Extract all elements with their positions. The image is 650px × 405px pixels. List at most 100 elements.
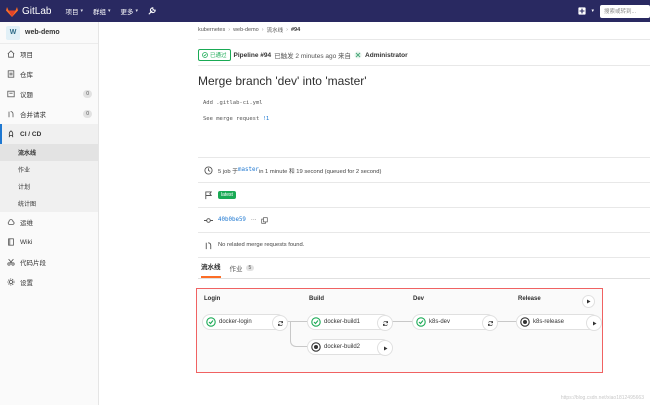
commit-icon <box>204 217 213 223</box>
job-name: k8s-release <box>533 319 565 325</box>
sidebar-subitem-charts[interactable]: 统计图 <box>0 195 98 212</box>
user-avatar-icon[interactable] <box>354 51 362 59</box>
home-icon <box>7 50 15 58</box>
retry-button[interactable] <box>272 315 288 331</box>
sidebar-subitem-jobs[interactable]: 作业 <box>0 161 98 178</box>
project-name: web-demo <box>25 29 60 36</box>
pipeline-info-list: 5 job 于 master in 1 minute 和 19 second (q… <box>198 157 650 258</box>
sidebar-subitem-pipelines[interactable]: 流水线 <box>0 144 98 161</box>
sidebar-item-operations[interactable]: 运维 <box>0 212 98 232</box>
play-button[interactable] <box>377 340 393 356</box>
new-plus-icon[interactable] <box>573 0 591 22</box>
project-avatar: W <box>6 25 20 40</box>
tab-label: 作业 <box>229 266 243 273</box>
stage-connector <box>290 321 308 347</box>
sidebar-subitem-schedules[interactable]: 计划 <box>0 178 98 195</box>
stage-connector <box>496 321 518 322</box>
copy-icon[interactable] <box>261 216 268 224</box>
sidebar-project-header[interactable]: W web-demo <box>0 22 98 44</box>
job-k8s-release[interactable]: k8s-release <box>516 314 602 331</box>
status-success-icon <box>202 52 208 58</box>
admin-wrench-icon[interactable] <box>148 7 156 15</box>
retry-icon <box>277 320 283 326</box>
brand-name: GitLab <box>22 5 52 17</box>
commit-title: Merge branch 'dev' into 'master' <box>198 74 367 88</box>
doc-icon <box>7 70 15 78</box>
branch-link[interactable]: master <box>238 167 259 173</box>
stage-title-build: Build <box>309 296 324 302</box>
info-row-commit: 40b0be59 ··· <box>198 208 650 233</box>
nav-groups-label: 群组 <box>92 9 106 16</box>
pipeline-triggered-text: 已触发 2 minutes ago 来自 <box>274 53 352 60</box>
breadcrumb-current[interactable]: #94 <box>291 27 300 33</box>
rocket-icon <box>8 130 14 138</box>
gitlab-logo-icon <box>6 6 18 17</box>
commit-sha-link[interactable]: 40b0be59 <box>218 217 246 223</box>
job-k8s-dev[interactable]: k8s-dev <box>412 314 498 331</box>
job-docker-build2[interactable]: docker-build2 <box>307 339 393 356</box>
cloud-icon <box>7 219 15 225</box>
pipeline-graph: Login Build Dev Release docker-login doc… <box>196 288 603 373</box>
sidebar-item-label: 合并请求 <box>20 112 46 119</box>
mr-count-badge: 0 <box>83 110 92 118</box>
commit-line: See merge request !1 <box>203 114 645 130</box>
job-docker-login[interactable]: docker-login <box>202 314 288 331</box>
nav-projects-label: 项目 <box>65 9 79 16</box>
breadcrumb-group[interactable]: kubernetes <box>198 27 225 33</box>
scissors-icon <box>7 258 15 266</box>
breadcrumb-pipelines[interactable]: 流水线 <box>267 26 284 34</box>
sidebar-item-label: 仓库 <box>20 72 33 79</box>
pipeline-user-link[interactable]: Administrator <box>365 52 408 59</box>
tab-pipeline[interactable]: 流水线 <box>201 261 221 278</box>
retry-button[interactable] <box>377 315 393 331</box>
sidebar-item-cicd[interactable]: CI / CD <box>0 124 98 144</box>
issues-count-badge: 0 <box>83 90 92 98</box>
pipeline-tabs: 流水线 作业 5 <box>198 261 650 279</box>
nav-more[interactable]: 更多 ▾ <box>121 6 139 16</box>
tab-jobs[interactable]: 作业 5 <box>230 263 255 278</box>
job-name: k8s-dev <box>429 319 451 325</box>
sidebar-item-merge-requests[interactable]: 合并请求 0 <box>0 104 98 124</box>
sidebar-item-label: 议题 <box>20 92 33 99</box>
nav-projects[interactable]: 项目 ▾ <box>65 6 83 16</box>
nav-groups[interactable]: 群组 ▾ <box>93 6 111 16</box>
merge-request-link[interactable]: !1 <box>263 116 270 122</box>
jobs-count-badge: 5 <box>245 265 255 271</box>
project-sidebar: W web-demo 项目 仓库 议题 0 合并请求 0 CI / CD 流水线… <box>0 22 99 405</box>
chevron-down-icon[interactable]: ▾ <box>591 8 594 14</box>
sidebar-item-project[interactable]: 项目 <box>0 44 98 64</box>
sidebar-item-settings[interactable]: 设置 <box>0 272 98 292</box>
status-success-icon <box>206 317 216 327</box>
job-name: docker-login <box>219 319 252 325</box>
sidebar-item-wiki[interactable]: Wiki <box>0 232 98 252</box>
search-input[interactable]: 搜索或转到... <box>600 4 650 18</box>
breadcrumb-separator: › <box>286 27 288 33</box>
breadcrumb-project[interactable]: web-demo <box>233 27 259 33</box>
gitlab-brand[interactable]: GitLab <box>6 6 51 17</box>
sidebar-item-repository[interactable]: 仓库 <box>0 64 98 84</box>
breadcrumb-separator: › <box>261 27 264 33</box>
retry-button[interactable] <box>482 315 498 331</box>
play-button[interactable] <box>586 315 602 331</box>
divider <box>198 65 650 66</box>
stage-title-release: Release <box>518 296 541 302</box>
pipeline-status-badge[interactable]: 已通过 <box>198 49 231 61</box>
sidebar-item-snippets[interactable]: 代码片段 <box>0 252 98 272</box>
sidebar-item-label: CI / CD <box>20 130 42 138</box>
more-dots-icon[interactable]: ··· <box>251 217 257 223</box>
pipeline-status-label: 已通过 <box>210 53 227 59</box>
commit-description: Add .gitlab-ci.yml See merge request !1 <box>198 92 650 148</box>
commit-line-text: See merge request <box>203 116 263 122</box>
stage-release-play-button[interactable] <box>582 295 595 308</box>
sidebar-item-label: 设置 <box>20 280 33 287</box>
job-docker-build1[interactable]: docker-build1 <box>307 314 393 331</box>
status-success-icon <box>311 317 321 327</box>
chevron-down-icon: ▾ <box>80 8 83 14</box>
play-icon <box>587 299 591 304</box>
chevron-down-icon: ▾ <box>107 8 111 14</box>
divider <box>198 39 650 40</box>
watermark: https://blog.csdn.net/xiao1812495663 <box>560 395 644 401</box>
sidebar-item-issues[interactable]: 议题 0 <box>0 84 98 104</box>
stage-title-dev: Dev <box>413 296 425 302</box>
sidebar-item-label: 运维 <box>20 220 33 227</box>
